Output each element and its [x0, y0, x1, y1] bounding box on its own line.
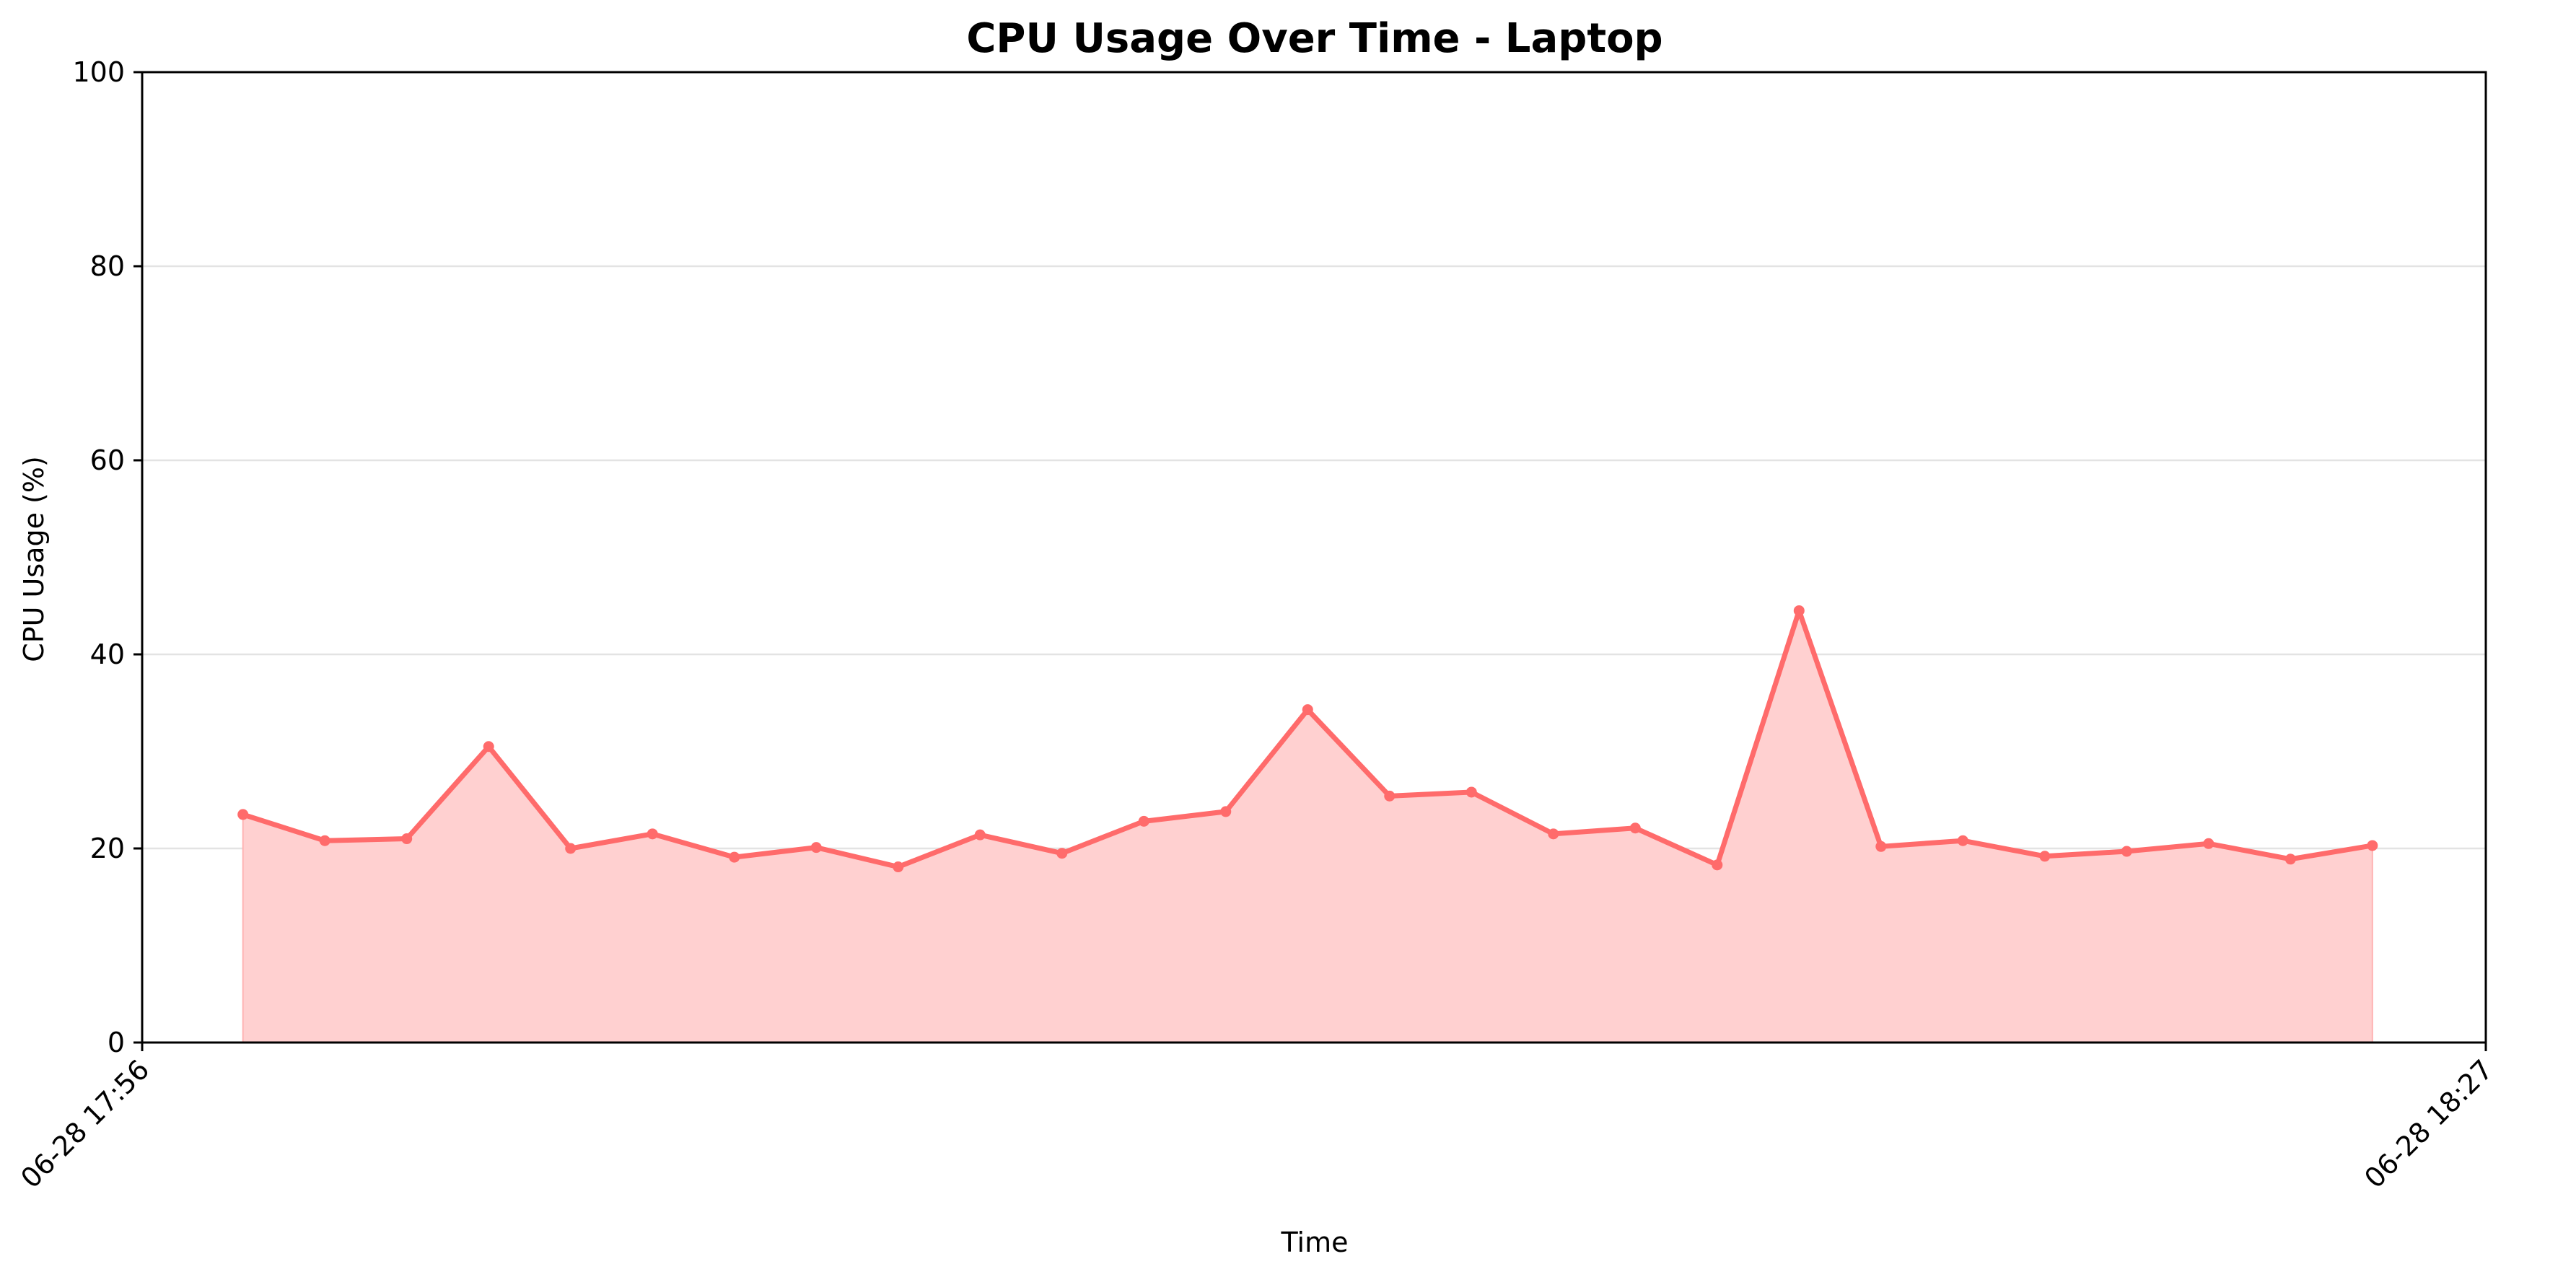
- x-axis-label: Time: [1281, 1226, 1349, 1258]
- x-tick-label: 06-28 17:56: [14, 1053, 155, 1194]
- data-point: [401, 833, 413, 845]
- data-point: [893, 861, 904, 873]
- data-point: [810, 842, 822, 853]
- data-point: [1466, 786, 1477, 798]
- data-point: [2039, 851, 2051, 862]
- area-fill: [242, 608, 2373, 1043]
- y-axis-label: CPU Usage (%): [18, 456, 50, 662]
- data-point: [2367, 840, 2378, 851]
- data-point: [2203, 838, 2214, 849]
- x-axis-ticks: 06-28 17:56 06-28 18:27: [14, 1043, 2499, 1194]
- y-tick-label: 80: [90, 250, 125, 282]
- data-point: [1629, 822, 1641, 834]
- data-point: [483, 741, 494, 752]
- data-point: [1138, 815, 1149, 827]
- data-point: [1384, 790, 1396, 802]
- data-point: [1548, 828, 1559, 840]
- chart-title: CPU Usage Over Time - Laptop: [966, 15, 1662, 62]
- y-tick-label: 40: [90, 638, 125, 670]
- data-point: [2121, 846, 2132, 857]
- data-point: [647, 828, 658, 840]
- cpu-usage-chart: CPU Usage Over Time - Laptop Time CPU Us…: [14, 15, 2499, 1258]
- y-tick-label: 20: [90, 833, 125, 864]
- data-point: [237, 809, 249, 820]
- data-point: [2284, 853, 2296, 865]
- y-tick-label: 100: [72, 56, 125, 88]
- data-point: [1712, 859, 1723, 871]
- data-point: [974, 829, 986, 841]
- data-point: [1957, 835, 1968, 846]
- data-point: [319, 835, 330, 846]
- chart-root: CPU Usage Over Time - Laptop Time CPU Us…: [0, 0, 2576, 1277]
- x-tick-label: 06-28 18:27: [2358, 1053, 2499, 1194]
- data-point: [1793, 605, 1805, 616]
- y-tick-label: 60: [90, 444, 125, 476]
- data-point: [1302, 704, 1313, 716]
- data-point: [729, 851, 740, 863]
- data-point: [1056, 848, 1068, 859]
- y-axis-ticks: 0 20 40 60 80 100: [72, 56, 142, 1058]
- data-point: [1220, 806, 1232, 817]
- data-point: [1875, 841, 1887, 852]
- y-tick-label: 0: [108, 1027, 125, 1058]
- data-point: [565, 843, 577, 854]
